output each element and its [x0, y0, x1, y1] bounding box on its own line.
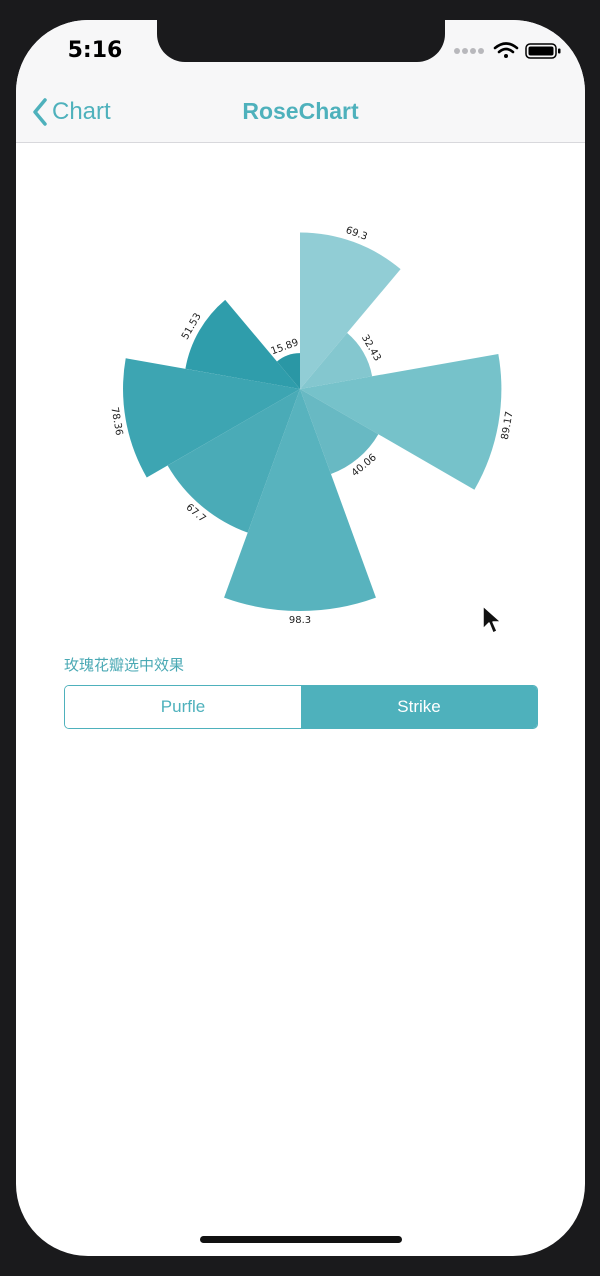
petal-value-label: 78.36 [108, 406, 124, 436]
petal-value-label: 98.3 [289, 615, 311, 626]
battery-icon [525, 43, 561, 59]
section-label: 玫瑰花瓣选中效果 [64, 656, 185, 674]
segment-strike[interactable]: Strike [301, 686, 537, 728]
phone-screen: 5:16 Chart RoseChart 69.3 32.43 89.17 40… [16, 20, 585, 1256]
petal-value-label: 89.17 [500, 411, 516, 441]
wifi-icon [493, 42, 519, 58]
navigation-bar: 5:16 Chart RoseChart [16, 20, 585, 143]
status-icons [454, 41, 564, 61]
segment-purfle[interactable]: Purfle [65, 686, 301, 728]
status-time: 5:16 [67, 38, 123, 63]
page-title: RoseChart [242, 98, 359, 124]
home-indicator [200, 1236, 402, 1243]
rose-chart: 69.332.4389.1740.0698.367.778.3651.5315.… [108, 225, 516, 626]
segmented-control: Purfle Strike [64, 685, 538, 729]
signal-icon [454, 48, 484, 54]
petals-layer [123, 232, 502, 611]
device-notch [157, 20, 445, 62]
